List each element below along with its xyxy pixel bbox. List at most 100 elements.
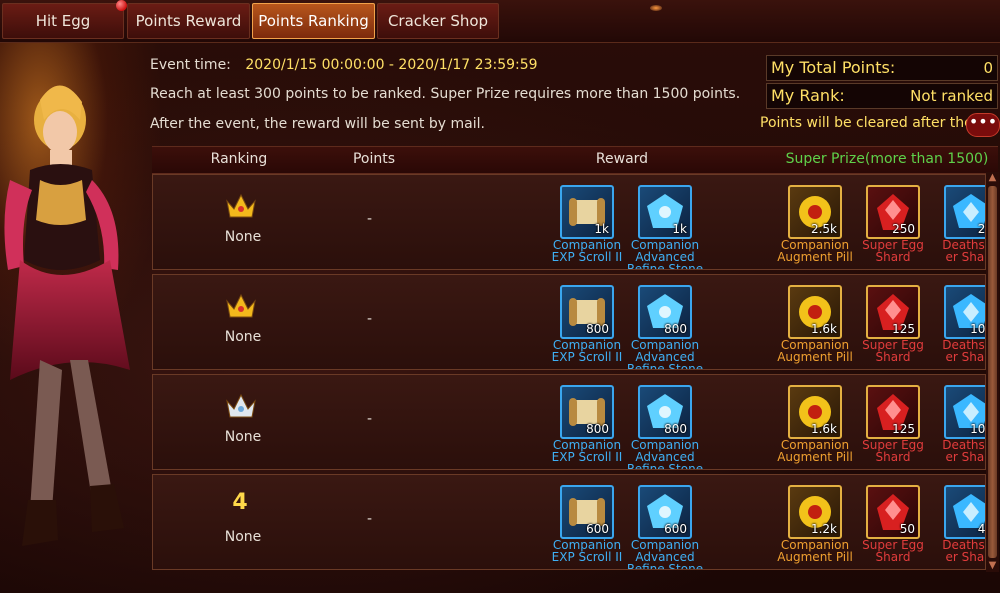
tab-label: Cracker Shop [387, 12, 489, 30]
tab-bar: Hit Egg Points Reward Points Ranking Cra… [0, 0, 1000, 43]
reward-count: 125 [892, 422, 915, 436]
tab-points-ranking[interactable]: Points Ranking [252, 3, 375, 39]
alert-dot-icon [116, 0, 127, 11]
scroll-down-icon[interactable]: ▼ [986, 560, 999, 572]
reward-count: 100 [970, 422, 986, 436]
crown-gold-icon [224, 291, 258, 321]
reward-pill-icon[interactable]: 2.5k [788, 185, 842, 239]
header-reward: Reward [595, 151, 649, 167]
reward-name-line: EXP Scroll II [551, 550, 623, 564]
reward-scroll-icon[interactable]: 800 [560, 285, 614, 339]
reward-count: 100 [970, 322, 986, 336]
reward-third-icon[interactable]: 40 [944, 485, 985, 539]
reward-shard-name: Super Egg Shard [853, 239, 933, 263]
reward-count: 125 [892, 322, 915, 336]
tab-label: Hit Egg [35, 12, 91, 30]
reward-stone-name: Companion Advanced Refine Stone [625, 539, 705, 570]
tab-label: Points Ranking [258, 12, 369, 30]
reward-scroll-name: Companion EXP Scroll II [547, 439, 627, 463]
reward-name-line: Augment Pill [777, 250, 853, 264]
reward-stone-name: Companion Advanced Refine Stone [625, 439, 705, 469]
reward-stone-icon[interactable]: 800 [638, 285, 692, 339]
reward-count: 800 [664, 322, 687, 336]
reward-scroll-name: Companion EXP Scroll II [547, 339, 627, 363]
reward-pill-icon[interactable]: 1.2k [788, 485, 842, 539]
reward-shard-name: Super Egg Shard [853, 439, 933, 463]
spark-decoration [650, 5, 662, 11]
reward-shard-icon[interactable]: 125 [866, 385, 920, 439]
ranking-row: None - 800 Companion EXP Scroll II 800 Compani… [152, 374, 986, 470]
scrollbar[interactable]: ▲ ▼ [986, 172, 999, 572]
reward-count: 1k [594, 222, 609, 236]
reward-count: 250 [892, 222, 915, 236]
reward-stone-icon[interactable]: 600 [638, 485, 692, 539]
my-rank-value: Not ranked [910, 87, 993, 105]
player-name: None [224, 429, 262, 445]
reward-stone-icon[interactable]: 800 [638, 385, 692, 439]
reward-shard-icon[interactable]: 50 [866, 485, 920, 539]
tab-cracker-shop[interactable]: Cracker Shop [377, 3, 499, 39]
total-points-value: 0 [983, 59, 993, 77]
reward-shard-icon[interactable]: 250 [866, 185, 920, 239]
tab-hit-egg[interactable]: Hit Egg [2, 0, 127, 39]
reward-count: 1.2k [810, 522, 837, 536]
reward-name-line: Shard [875, 550, 911, 564]
reward-name-line: Refine Stone [626, 262, 704, 270]
reward-name-line: er Shard [945, 450, 985, 464]
total-points-label: My Total Points: [771, 58, 896, 77]
reward-name-line: Augment Pill [777, 550, 853, 564]
reward-name-line: er Shard [945, 550, 985, 564]
scroll-thumb[interactable] [988, 186, 997, 558]
points-value: - [367, 511, 373, 527]
reward-pill-icon[interactable]: 1.6k [788, 285, 842, 339]
reward-shard-name: Super Egg Shard [853, 539, 933, 563]
event-time: Event time: 2020/1/15 00:00:00 - 2020/1/… [150, 57, 538, 73]
event-time-value: 2020/1/15 00:00:00 - 2020/1/17 23:59:59 [245, 57, 538, 73]
reward-pill-name: Companion Augment Pill [775, 439, 855, 463]
header-super-prize: Super Prize(more than 1500) [785, 151, 989, 167]
reward-name-line: Augment Pill [777, 450, 853, 464]
table-header: Ranking Points Reward Super Prize(more t… [152, 146, 998, 174]
crown-gold-icon [224, 191, 258, 221]
reward-third-icon[interactable]: 100 [944, 385, 986, 439]
reward-third-icon[interactable]: 100 [944, 285, 986, 339]
total-points-box: My Total Points: 0 [766, 55, 998, 81]
reward-name-line: EXP Scroll II [551, 250, 623, 264]
reward-stone-name: Companion Advanced Refine Stone [625, 339, 705, 369]
points-value: - [367, 211, 373, 227]
header-ranking: Ranking [210, 151, 268, 167]
header-points: Points [352, 151, 396, 167]
player-name: None [224, 329, 262, 345]
reward-name-line: EXP Scroll II [551, 450, 623, 464]
reward-scroll-icon[interactable]: 600 [560, 485, 614, 539]
more-button[interactable]: ••• [966, 113, 1000, 137]
tab-points-reward[interactable]: Points Reward [127, 3, 250, 39]
reward-name-line: Augment Pill [777, 350, 853, 364]
player-name: None [224, 229, 262, 245]
reward-scroll-icon[interactable]: 800 [560, 385, 614, 439]
clear-notice: Points will be cleared after the e [760, 115, 986, 131]
reward-scroll-name: Companion EXP Scroll II [547, 239, 627, 263]
reward-scroll-name: Companion EXP Scroll II [547, 539, 627, 563]
reward-name-line: EXP Scroll II [551, 350, 623, 364]
reward-name-line: Refine Stone [626, 562, 704, 570]
reward-stone-icon[interactable]: 1k [638, 185, 692, 239]
reward-count: 1.6k [810, 422, 837, 436]
rank-number: 4 [232, 490, 248, 515]
reward-pill-icon[interactable]: 1.6k [788, 385, 842, 439]
reward-third-name: Deathspeer Shard [931, 539, 985, 564]
reward-scroll-icon[interactable]: 1k [560, 185, 614, 239]
rule-text: Reach at least 300 points to be ranked. … [150, 86, 741, 102]
reward-count: 800 [586, 322, 609, 336]
ranking-row: None - 800 Companion EXP Scroll II 800 Compani… [152, 274, 986, 370]
reward-name-line: Shard [875, 250, 911, 264]
reward-name-line: Shard [875, 350, 911, 364]
reward-shard-icon[interactable]: 125 [866, 285, 920, 339]
reward-count: 1k [672, 222, 687, 236]
reward-third-icon[interactable]: 20 [944, 185, 985, 239]
scroll-up-icon[interactable]: ▲ [986, 172, 999, 184]
player-name: None [224, 529, 262, 545]
reward-count: 600 [586, 522, 609, 536]
reward-count: 800 [586, 422, 609, 436]
reward-shard-name: Super Egg Shard [853, 339, 933, 363]
